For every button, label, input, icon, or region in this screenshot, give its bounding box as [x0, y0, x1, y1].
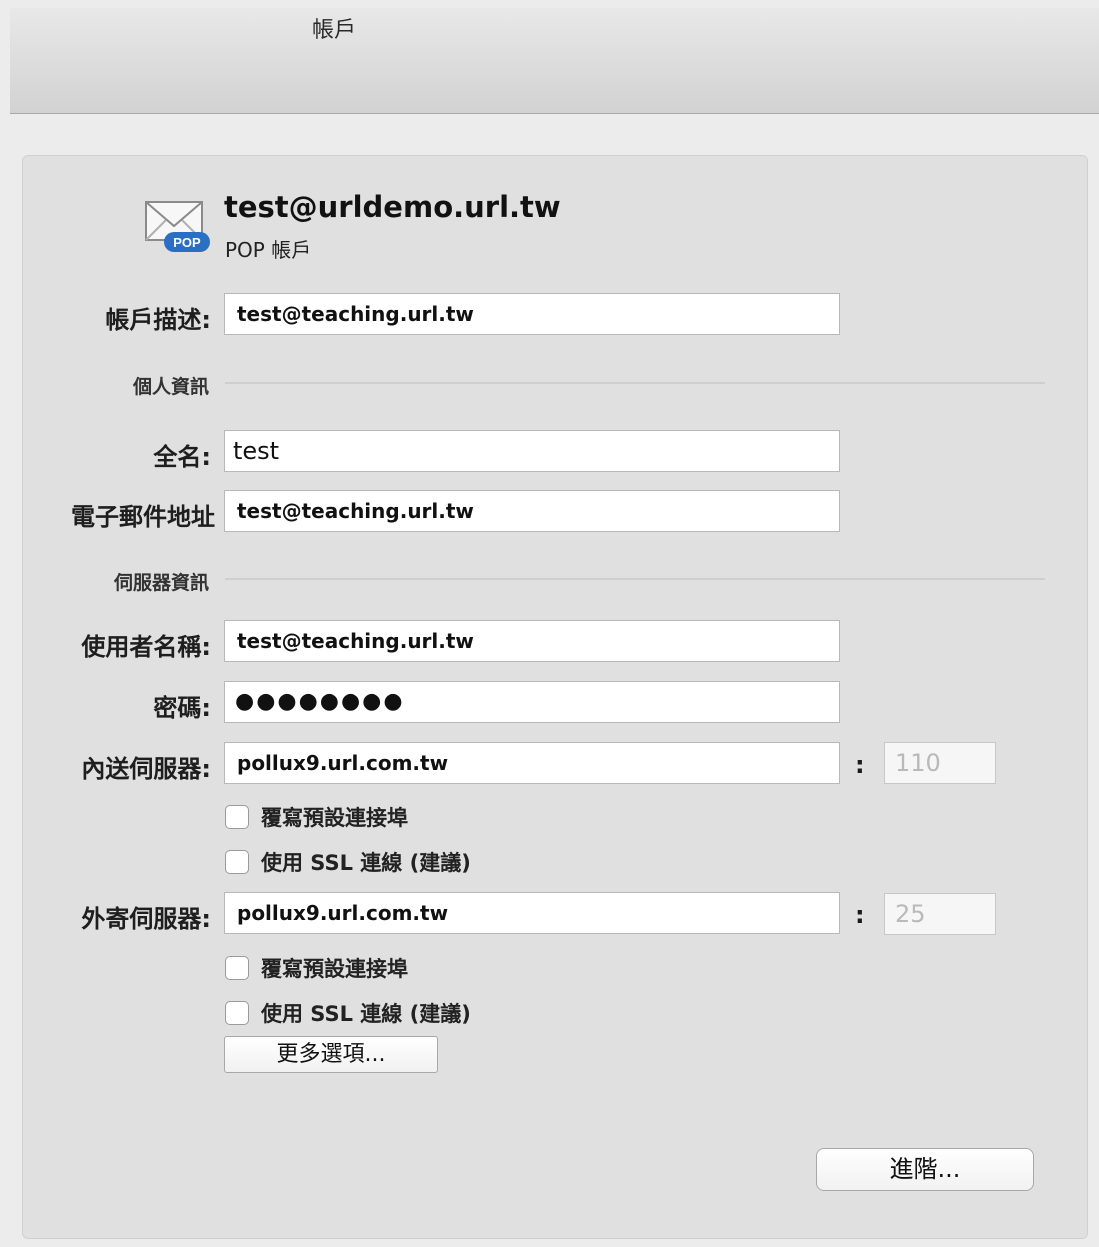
outgoing-override-port-label: 覆寫預設連接埠 — [261, 957, 408, 981]
advanced-button[interactable]: 進階... — [816, 1148, 1034, 1191]
pop-badge-label: POP — [173, 235, 201, 250]
password-label: 密碼: — [153, 694, 211, 722]
server-info-section-label: 伺服器資訊 — [113, 572, 209, 594]
incoming-server-input[interactable]: pollux9.url.com.tw — [224, 742, 840, 784]
outgoing-override-port-option[interactable]: 覆寫預設連接埠 — [225, 953, 408, 981]
incoming-use-ssl-label: 使用 SSL 連線 (建議) — [261, 851, 471, 875]
incoming-override-port-option[interactable]: 覆寫預設連接埠 — [225, 802, 408, 830]
outgoing-override-port-checkbox[interactable] — [225, 956, 249, 980]
account-email-heading: test@urldemo.url.tw — [224, 190, 561, 224]
mail-envelope-icon: POP — [145, 201, 210, 252]
description-input[interactable]: test@teaching.url.tw — [224, 293, 840, 335]
incoming-server-label: 內送伺服器: — [81, 755, 211, 783]
email-address-label: 電子郵件地址 — [71, 503, 215, 531]
personal-info-section-label: 個人資訊 — [132, 376, 209, 398]
outgoing-use-ssl-label: 使用 SSL 連線 (建議) — [261, 1002, 471, 1026]
incoming-override-port-label: 覆寫預設連接埠 — [261, 806, 408, 830]
outgoing-use-ssl-option[interactable]: 使用 SSL 連線 (建議) — [225, 998, 471, 1026]
full-name-input[interactable]: test — [224, 430, 840, 472]
incoming-override-port-checkbox[interactable] — [225, 805, 249, 829]
incoming-use-ssl-option[interactable]: 使用 SSL 連線 (建議) — [225, 847, 471, 875]
outgoing-port-colon: : — [855, 901, 865, 929]
full-name-label: 全名: — [153, 443, 211, 471]
incoming-port-input[interactable]: 110 — [884, 742, 996, 784]
server-info-divider — [225, 578, 1045, 580]
outgoing-use-ssl-checkbox[interactable] — [225, 1001, 249, 1025]
description-label: 帳戶描述: — [105, 306, 211, 334]
window-title: 帳戶 — [312, 18, 357, 43]
outgoing-port-input[interactable]: 25 — [884, 893, 996, 935]
password-input[interactable]: ●●●●●●●● — [224, 681, 840, 723]
incoming-port-colon: : — [855, 751, 865, 779]
window-titlebar — [10, 8, 1099, 114]
username-input[interactable]: test@teaching.url.tw — [224, 620, 840, 662]
outgoing-server-input[interactable]: pollux9.url.com.tw — [224, 892, 840, 934]
email-address-input[interactable]: test@teaching.url.tw — [224, 490, 840, 532]
incoming-use-ssl-checkbox[interactable] — [225, 850, 249, 874]
personal-info-divider — [225, 382, 1045, 384]
more-options-button[interactable]: 更多選項... — [224, 1036, 438, 1073]
outgoing-server-label: 外寄伺服器: — [81, 905, 211, 933]
account-type: POP 帳戶 — [225, 238, 312, 262]
username-label: 使用者名稱: — [81, 633, 211, 661]
